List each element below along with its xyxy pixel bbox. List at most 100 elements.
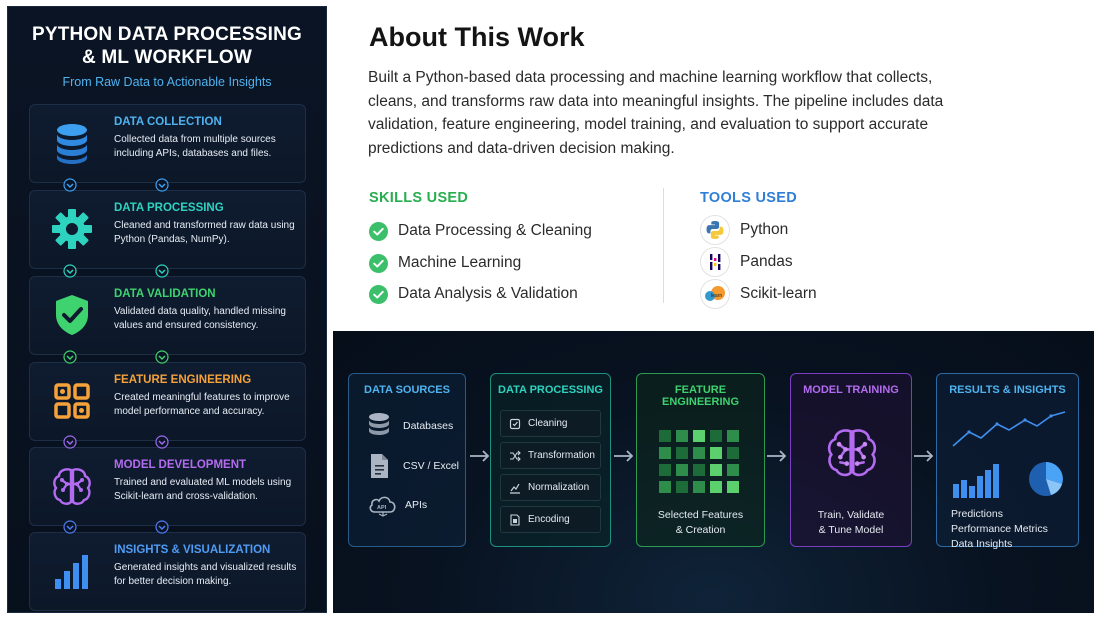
tool-item: learn Scikit-learn xyxy=(700,279,817,309)
skill-label: Data Processing & Cleaning xyxy=(398,222,592,239)
workflow-step-feature-engineering: FEATURE ENGINEERING Created meaningful f… xyxy=(29,362,306,441)
step-description: Collected data from multiple sources inc… xyxy=(114,134,276,159)
chevron-down-icon xyxy=(63,264,77,278)
section-divider xyxy=(663,188,664,303)
workflow-title: PYTHON DATA PROCESSING & ML WORKFLOW xyxy=(8,23,326,69)
pipeline-stage-feature-engineering: FEATURE ENGINEERING Selected Features & … xyxy=(636,373,765,547)
chevron-down-icon xyxy=(63,178,77,192)
check-circle-icon xyxy=(369,284,388,304)
source-label: CSV / Excel xyxy=(403,460,460,472)
source-item: CSV / Excel xyxy=(367,452,459,480)
step-title: INSIGHTS & VISUALIZATION xyxy=(114,544,271,556)
brain-icon xyxy=(48,462,96,510)
arrow-right-icon xyxy=(613,449,635,463)
skill-item: Data Analysis & Validation xyxy=(369,284,578,304)
chevron-down-icon xyxy=(63,520,77,534)
shuffle-icon xyxy=(510,450,521,461)
step-title: MODEL DEVELOPMENT xyxy=(114,459,247,471)
pipeline-diagram: DATA SOURCES Databases CSV / Excel API A… xyxy=(333,331,1094,613)
pipeline-stage-data-sources: DATA SOURCES Databases CSV / Excel API A… xyxy=(348,373,466,547)
step-description: Cleaned and transformed raw data using P… xyxy=(114,220,295,245)
source-label: APIs xyxy=(405,499,428,511)
stage-heading: DATA PROCESSING xyxy=(498,384,603,396)
processing-label: Encoding xyxy=(528,514,570,525)
check-circle-icon xyxy=(369,221,388,241)
source-item: API APIs xyxy=(367,492,427,518)
skills-heading: SKILLS USED xyxy=(369,190,469,206)
chevron-down-icon xyxy=(63,435,77,449)
about-description: Built a Python-based data processing and… xyxy=(368,69,944,157)
skill-item: Data Processing & Cleaning xyxy=(369,221,592,241)
gear-icon xyxy=(48,205,96,253)
stage-heading: MODEL TRAINING xyxy=(803,384,899,396)
workflow-step-data-processing: DATA PROCESSING Cleaned and transformed … xyxy=(29,190,306,269)
step-description: Trained and evaluated ML models using Sc… xyxy=(114,477,292,502)
chevron-down-icon xyxy=(155,264,169,278)
pie-chart-icon xyxy=(1029,462,1063,496)
pipeline-stage-results-insights: RESULTS & INSIGHTS Predictions Performan… xyxy=(936,373,1079,550)
skill-label: Machine Learning xyxy=(398,254,522,271)
tool-item: Python xyxy=(700,215,789,245)
stage-caption-line2: & Creation xyxy=(675,524,726,536)
line-chart-icon xyxy=(952,411,1066,447)
trend-icon xyxy=(510,483,520,494)
workflow-step-data-collection: DATA COLLECTION Collected data from mult… xyxy=(29,104,306,183)
svg-text:API: API xyxy=(377,505,387,511)
chevron-down-icon xyxy=(155,520,169,534)
feature-grid-icon xyxy=(48,377,96,425)
processing-item: Encoding xyxy=(500,506,601,533)
file-icon xyxy=(371,454,388,478)
pandas-logo-icon xyxy=(700,247,730,277)
step-description: Created meaningful features to improve m… xyxy=(114,392,290,417)
step-description: Validated data quality, handled missing … xyxy=(114,306,286,331)
workflow-subtitle: From Raw Data to Actionable Insights xyxy=(62,75,272,89)
workflow-step-insights-visualization: INSIGHTS & VISUALIZATION Generated insig… xyxy=(29,532,306,611)
processing-item: Cleaning xyxy=(500,410,601,437)
workflow-title-line1: PYTHON DATA PROCESSING xyxy=(31,24,303,45)
stage-caption-line1: Train, Validate xyxy=(817,509,885,521)
bar-chart-icon xyxy=(953,464,999,498)
about-title: About This Work xyxy=(369,22,585,52)
shield-check-icon xyxy=(48,291,96,339)
source-label: Databases xyxy=(403,420,454,432)
processing-item: Transformation xyxy=(500,442,601,469)
processing-item: Normalization xyxy=(500,474,601,501)
pipeline-stage-data-processing: DATA PROCESSING Cleaning Transformation … xyxy=(490,373,611,547)
processing-label: Normalization xyxy=(528,482,590,493)
workflow-step-model-development: MODEL DEVELOPMENT Trained and evaluated … xyxy=(29,447,306,526)
tool-label: Pandas xyxy=(740,253,793,270)
tool-item: Pandas xyxy=(700,247,793,277)
pipeline-stage-model-training: MODEL TRAINING Train, Validate & Tune Mo… xyxy=(790,373,912,547)
python-logo-icon xyxy=(700,215,730,245)
code-file-icon xyxy=(510,513,520,526)
check-circle-icon xyxy=(369,253,388,273)
processing-label: Cleaning xyxy=(528,418,568,429)
stage-caption-line2: & Tune Model xyxy=(818,524,884,536)
chevron-down-icon xyxy=(155,435,169,449)
arrow-right-icon xyxy=(913,449,935,463)
chevron-down-icon xyxy=(63,350,77,364)
tool-label: Python xyxy=(740,221,789,238)
processing-label: Transformation xyxy=(528,450,595,461)
database-icon xyxy=(369,413,389,435)
arrow-right-icon xyxy=(766,449,788,463)
tools-heading: TOOLS USED xyxy=(700,190,797,206)
workflow-title-line2: & ML WORKFLOW xyxy=(81,47,253,68)
step-title: DATA VALIDATION xyxy=(114,288,216,300)
chevron-down-icon xyxy=(155,178,169,192)
workflow-step-data-validation: DATA VALIDATION Validated data quality, … xyxy=(29,276,306,355)
step-description: Generated insights and visualized result… xyxy=(114,562,297,587)
result-item: Data Insights xyxy=(951,538,1013,550)
scikit-learn-logo-icon: learn xyxy=(700,279,730,309)
step-title: DATA PROCESSING xyxy=(114,202,224,214)
broom-icon xyxy=(509,418,521,429)
step-title: FEATURE ENGINEERING xyxy=(114,374,252,386)
stage-caption: Train, Validate & Tune Model xyxy=(791,508,911,538)
tool-label: Scikit-learn xyxy=(740,285,817,302)
skill-label: Data Analysis & Validation xyxy=(398,285,578,302)
stage-caption-line1: Selected Features xyxy=(657,509,744,521)
stage-heading: FEATURE ENGINEERING xyxy=(661,384,739,408)
database-icon xyxy=(48,119,96,167)
stage-heading: RESULTS & INSIGHTS xyxy=(949,384,1066,396)
api-cloud-icon: API xyxy=(369,496,396,517)
